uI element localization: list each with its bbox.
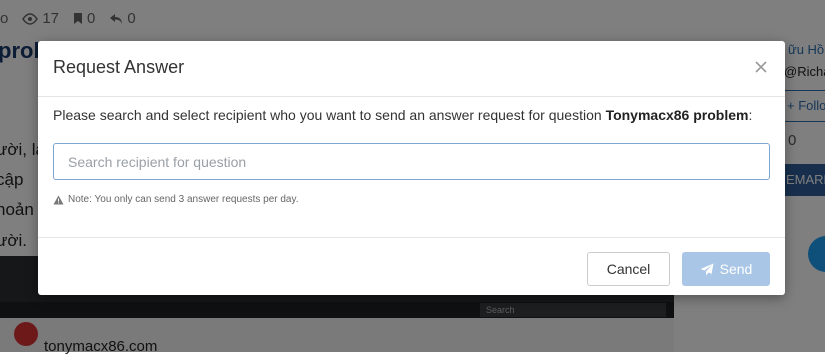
limit-note: Note: You only can send 3 answer request… [53, 194, 299, 205]
description-suffix: : [748, 107, 753, 123]
note-text: Note: You only can send 3 answer request… [68, 194, 299, 205]
modal-header: Request Answer [38, 41, 785, 97]
cancel-label: Cancel [606, 261, 651, 277]
send-label: Send [719, 261, 753, 277]
paper-plane-icon [700, 263, 714, 275]
send-button[interactable]: Send [682, 252, 770, 286]
description-text: Please search and select recipient who y… [53, 107, 606, 123]
close-icon[interactable] [753, 59, 769, 75]
modal-description: Please search and select recipient who y… [53, 107, 752, 123]
modal-title: Request Answer [53, 57, 185, 77]
warning-icon [53, 195, 64, 204]
modal-footer: Cancel Send [38, 237, 785, 296]
request-answer-modal: Request Answer Please search and select … [38, 41, 785, 295]
question-title-highlight: Tonymacx86 problem [605, 107, 749, 123]
recipient-search-input[interactable] [53, 143, 770, 180]
cancel-button[interactable]: Cancel [587, 252, 670, 286]
